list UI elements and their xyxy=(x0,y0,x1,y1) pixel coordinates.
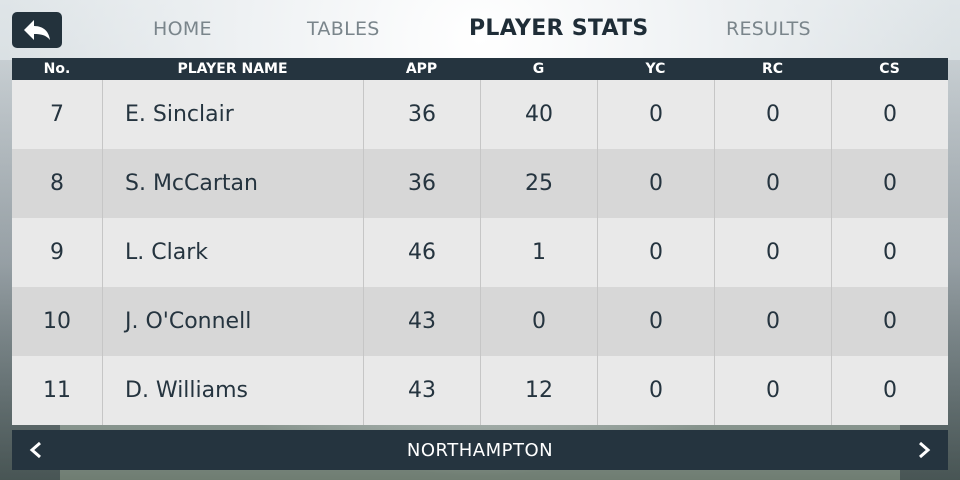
cell-clean-sheets: 0 xyxy=(831,356,948,425)
team-selector: NORTHAMPTON xyxy=(12,430,948,470)
cell-appearances: 43 xyxy=(363,356,480,425)
cell-red-cards: 0 xyxy=(714,356,831,425)
cell-number: 9 xyxy=(50,240,64,265)
cell-player-name: D. Williams xyxy=(102,356,363,425)
cell-clean-sheets: 0 xyxy=(831,287,948,356)
cell-goals: 12 xyxy=(480,356,597,425)
cell-number: 10 xyxy=(43,309,71,334)
cell-goals: 1 xyxy=(480,218,597,287)
cell-number: 7 xyxy=(50,102,64,127)
cell-appearances: 43 xyxy=(363,287,480,356)
cell-appearances: 36 xyxy=(363,80,480,149)
cell-clean-sheets: 0 xyxy=(831,218,948,287)
column-header-appearances[interactable]: APP xyxy=(363,58,480,80)
column-header-player-name[interactable]: PLAYER NAME xyxy=(102,58,363,80)
cell-red-cards: 0 xyxy=(714,287,831,356)
chevron-left-icon xyxy=(29,441,41,459)
cell-yellow-cards: 0 xyxy=(597,287,714,356)
table-row[interactable]: 9 L. Clark 46 1 0 0 0 xyxy=(12,218,948,287)
cell-yellow-cards: 0 xyxy=(597,218,714,287)
cell-player-name: E. Sinclair xyxy=(102,80,363,149)
cell-player-name: L. Clark xyxy=(102,218,363,287)
top-nav: HOME TABLES PLAYER STATS RESULTS xyxy=(0,0,960,58)
table-row[interactable]: 10 J. O'Connell 43 0 0 0 0 xyxy=(12,287,948,356)
column-header-yellow-cards[interactable]: YC xyxy=(597,58,714,80)
cell-appearances: 36 xyxy=(363,149,480,218)
cell-number: 11 xyxy=(43,378,71,403)
cell-yellow-cards: 0 xyxy=(597,149,714,218)
cell-player-name: J. O'Connell xyxy=(102,287,363,356)
back-button[interactable] xyxy=(12,12,62,48)
cell-goals: 25 xyxy=(480,149,597,218)
tab-tables[interactable]: TABLES xyxy=(307,18,380,40)
cell-yellow-cards: 0 xyxy=(597,356,714,425)
table-row[interactable]: 7 E. Sinclair 36 40 0 0 0 xyxy=(12,80,948,149)
player-stats-table: No. PLAYER NAME APP G YC RC CS 7 E. Sinc… xyxy=(12,58,948,428)
column-header-clean-sheets[interactable]: CS xyxy=(831,58,948,80)
next-team-button[interactable] xyxy=(904,430,944,470)
cell-red-cards: 0 xyxy=(714,149,831,218)
table-header: No. PLAYER NAME APP G YC RC CS xyxy=(12,58,948,80)
cell-clean-sheets: 0 xyxy=(831,149,948,218)
tab-home[interactable]: HOME xyxy=(153,18,212,40)
tab-player-stats[interactable]: PLAYER STATS xyxy=(469,16,649,41)
cell-red-cards: 0 xyxy=(714,218,831,287)
column-header-goals[interactable]: G xyxy=(480,58,597,80)
column-header-number[interactable]: No. xyxy=(12,58,102,80)
back-arrow-icon xyxy=(24,20,50,40)
cell-goals: 40 xyxy=(480,80,597,149)
previous-team-button[interactable] xyxy=(16,430,56,470)
cell-appearances: 46 xyxy=(363,218,480,287)
column-header-red-cards[interactable]: RC xyxy=(714,58,831,80)
table-row[interactable]: 8 S. McCartan 36 25 0 0 0 xyxy=(12,149,948,218)
chevron-right-icon xyxy=(919,441,931,459)
table-row[interactable]: 11 D. Williams 43 12 0 0 0 xyxy=(12,356,948,425)
tab-results[interactable]: RESULTS xyxy=(726,18,811,40)
cell-player-name: S. McCartan xyxy=(102,149,363,218)
cell-red-cards: 0 xyxy=(714,80,831,149)
cell-number: 8 xyxy=(50,171,64,196)
cell-yellow-cards: 0 xyxy=(597,80,714,149)
cell-clean-sheets: 0 xyxy=(831,80,948,149)
cell-goals: 0 xyxy=(480,287,597,356)
team-name: NORTHAMPTON xyxy=(406,439,554,461)
